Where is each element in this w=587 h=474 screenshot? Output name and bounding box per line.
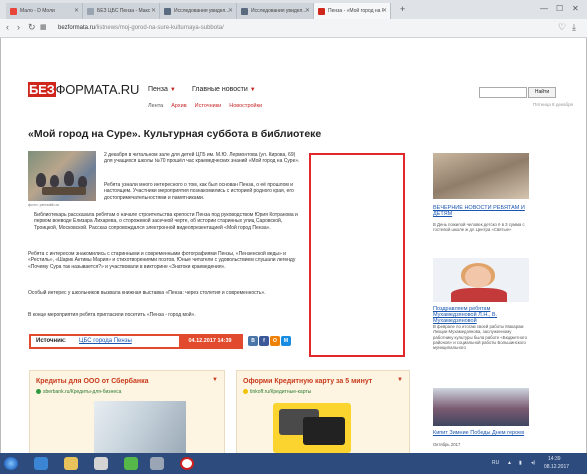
keyboard-language[interactable]: RU: [492, 460, 499, 466]
main-news-menu[interactable]: Главные новости ▼: [192, 86, 256, 93]
tab-favicon-icon: [10, 7, 17, 15]
close-tab-icon[interactable]: ✕: [151, 3, 156, 19]
start-button-icon[interactable]: [4, 457, 18, 470]
sidebar-news-title[interactable]: Поздравляем ребятам Мухамедзяновой Л.Н.,…: [433, 306, 529, 324]
sidebar-news-desc: Октябрь 2017: [433, 442, 461, 447]
verified-icon: [36, 389, 41, 395]
minimize-icon[interactable]: —: [540, 4, 548, 13]
reload-icon[interactable]: ↻: [28, 22, 36, 33]
ad-block[interactable]: Оформи Кредитную карту за 5 минут ▼ tink…: [236, 370, 410, 456]
volume-icon[interactable]: ◂): [531, 460, 535, 466]
sidebar-news-photo[interactable]: [433, 388, 529, 426]
ad-title[interactable]: Оформи Кредитную карту за 5 минут: [243, 378, 372, 385]
sidebar-news-desc: В феврале по итогам своей работы Макарам…: [433, 324, 527, 351]
ad-link[interactable]: tinkoff.ru/Кредитные-карты: [243, 389, 311, 395]
close-tab-icon[interactable]: ✕: [382, 3, 387, 19]
bookmark-heart-icon[interactable]: ♡: [558, 22, 566, 33]
clock-time[interactable]: 14:39: [548, 456, 561, 462]
sub-navigation: Лента Архив Источники Новостройки: [148, 103, 270, 109]
media-icon[interactable]: [94, 457, 108, 470]
windows-taskbar: RU ▲ ▮ ◂) 14:39 08.12.2017: [0, 453, 587, 474]
article-photo[interactable]: [28, 151, 96, 201]
ad-image[interactable]: [94, 401, 186, 456]
article-paragraph: Библиотекарь рассказала ребятам о начале…: [34, 212, 298, 231]
ad-card-image[interactable]: [273, 403, 351, 453]
source-date: 04.12.2017 14:39: [179, 336, 241, 347]
search-button[interactable]: Найти: [528, 87, 556, 98]
opera-icon[interactable]: [180, 457, 194, 470]
sidebar-news-title[interactable]: ВЕЧЕРНИЕ НОВОСТИ РЕБЯТАМ И ДЕТЯМ: [433, 205, 533, 217]
browser-tab[interactable]: БЕЗ ЦБС Пенза - Макс ✕: [83, 3, 160, 19]
subnav-link-sources[interactable]: Источники: [195, 103, 222, 109]
close-tab-icon[interactable]: ✕: [74, 3, 79, 19]
dropdown-arrow-icon: ▼: [169, 87, 176, 93]
sidebar-news-title[interactable]: Кипит Зимние Победы Днем героев: [433, 430, 529, 436]
ad-link[interactable]: sberbank.ru/Кредиты-для-бизнеса: [36, 389, 121, 395]
app-icon[interactable]: [124, 457, 138, 470]
subnav-link-archive[interactable]: Архив: [171, 103, 186, 109]
folder-icon[interactable]: [64, 457, 78, 470]
back-icon[interactable]: ‹: [6, 22, 9, 32]
tab-favicon-icon: [318, 7, 325, 15]
tab-favicon-icon: [241, 7, 248, 15]
speed-dial-icon[interactable]: ▦: [40, 23, 47, 31]
share-mail-icon[interactable]: М: [281, 336, 291, 346]
clock-date[interactable]: 08.12.2017: [544, 464, 569, 470]
tab-favicon-icon: [87, 7, 94, 15]
word-icon[interactable]: [150, 457, 164, 470]
ad-menu-icon[interactable]: ▼: [212, 377, 218, 383]
forward-icon[interactable]: ›: [17, 22, 20, 32]
browser-tab[interactable]: Исследования увидел... ✕: [160, 3, 237, 19]
article-paragraph: Особый интерес у школьников вызвала книж…: [28, 290, 266, 296]
sidebar-news-photo[interactable]: [433, 153, 529, 199]
url-field[interactable]: bezformata.ru/listnews/moj-gorod-na-sure…: [58, 23, 528, 34]
article-paragraph: В конце мероприятия ребята пригласили по…: [28, 312, 196, 318]
ad-title[interactable]: Кредиты для ООО от Сбербанка: [36, 378, 149, 385]
sidebar-news-desc: В День пожилой человек детско ё в 3 сумм…: [433, 222, 525, 233]
close-tab-icon[interactable]: ✕: [228, 3, 233, 19]
new-tab-icon[interactable]: +: [400, 4, 405, 14]
current-date: Пятница 8 декабря: [533, 102, 573, 107]
dropdown-arrow-icon: ▼: [249, 87, 256, 93]
sidebar-portrait[interactable]: [433, 258, 529, 302]
ad-placeholder-frame: [309, 153, 405, 357]
subnav-link-newbuildings[interactable]: Новостройки: [229, 103, 262, 109]
download-icon[interactable]: ⤓: [572, 22, 576, 33]
source-label: Источник:: [36, 338, 66, 344]
tray-arrow-icon[interactable]: ▲: [507, 460, 512, 466]
subnav-link-feed[interactable]: Лента: [148, 103, 163, 109]
ad-block[interactable]: Кредиты для ООО от Сбербанка ▼ sberbank.…: [29, 370, 225, 456]
article-paragraph: 2 декабря в читальном зале для детей ЦГБ…: [104, 152, 300, 165]
address-bar: ‹ › ↻ ▦ bezformata.ru/listnews/moj-gorod…: [0, 19, 587, 38]
browser-tab-active[interactable]: Пенза - «Мой город на С ✕: [314, 3, 391, 19]
article-title: «Мой город на Суре». Культурная суббота …: [28, 128, 322, 140]
article-paragraph: Ребята узнали много интересного о том, к…: [104, 182, 294, 201]
site-logo[interactable]: БЕЗФОРМАТА.RU: [28, 82, 139, 97]
image-caption: фото: penzalib.ru: [28, 202, 60, 207]
source-link[interactable]: ЦБС города Пензы: [79, 338, 132, 344]
source-box: Источник: ЦБС города Пензы 04.12.2017 14…: [29, 334, 243, 349]
close-tab-icon[interactable]: ✕: [305, 3, 310, 19]
share-ok-icon[interactable]: О: [270, 336, 280, 346]
verified-icon: [243, 389, 248, 395]
maximize-icon[interactable]: ☐: [556, 4, 563, 13]
ad-menu-icon[interactable]: ▼: [397, 377, 403, 383]
city-selector[interactable]: Пенза ▼: [148, 86, 176, 93]
article-paragraph: Ребята с интересом знакомились с старинн…: [28, 251, 296, 270]
network-icon[interactable]: ▮: [519, 460, 522, 466]
search-input[interactable]: [479, 87, 527, 98]
browser-tab[interactable]: Мало - D Моли ✕: [6, 3, 83, 19]
ie-icon[interactable]: [34, 457, 48, 470]
share-facebook-icon[interactable]: f: [259, 336, 269, 346]
browser-tab[interactable]: Исследования увидел... ✕: [237, 3, 314, 19]
tab-bar: Мало - D Моли ✕ БЕЗ ЦБС Пенза - Макс ✕ Исс…: [0, 0, 587, 19]
share-vk-icon[interactable]: В: [248, 336, 258, 346]
tab-favicon-icon: [164, 7, 171, 15]
close-window-icon[interactable]: ✕: [572, 4, 579, 13]
